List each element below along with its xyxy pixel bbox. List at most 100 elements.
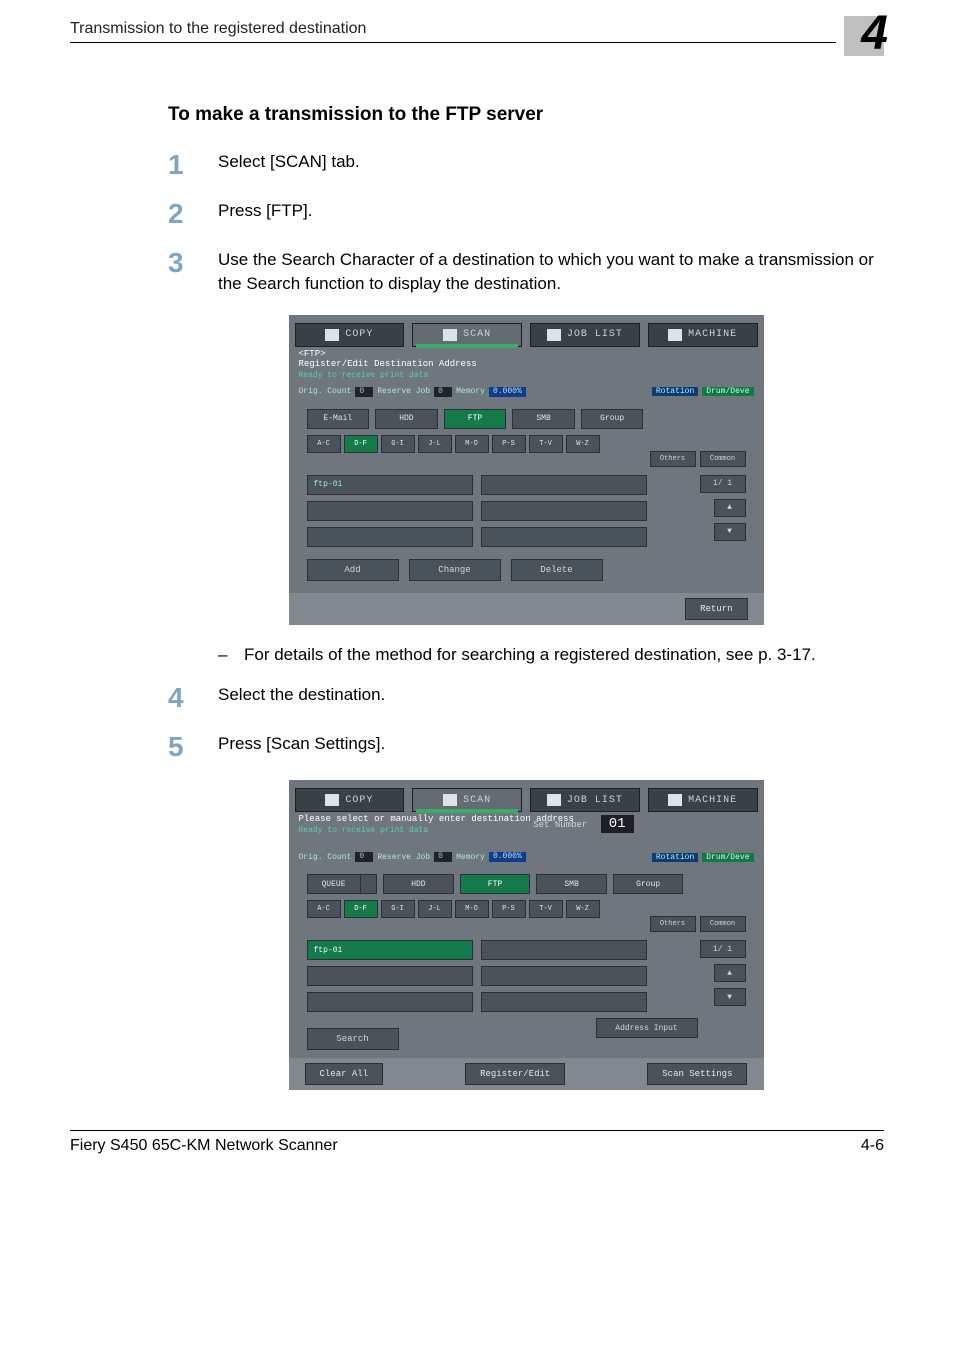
scan-settings-button[interactable]: Scan Settings: [647, 1063, 747, 1085]
page-down[interactable]: ▼: [714, 523, 746, 541]
filter-common[interactable]: Common: [700, 451, 746, 467]
tab-label: MACHINE: [688, 795, 737, 806]
dest-entry-empty[interactable]: [481, 992, 647, 1012]
orig-count-value: 0: [355, 852, 373, 862]
page-down[interactable]: ▼: [714, 988, 746, 1006]
clear-all-button[interactable]: Clear All: [305, 1063, 384, 1085]
category-group[interactable]: Group: [613, 874, 684, 894]
step-text: Select the destination.: [218, 683, 385, 708]
tab-copy[interactable]: COPY: [295, 788, 405, 812]
category-smb[interactable]: SMB: [512, 409, 575, 429]
step-text: Use the Search Character of a destinatio…: [218, 248, 884, 297]
page-up[interactable]: ▲: [714, 964, 746, 982]
alpha-df[interactable]: D-F: [344, 900, 378, 918]
list-icon: [547, 794, 561, 806]
category-ftp[interactable]: FTP: [444, 409, 507, 429]
tab-joblist[interactable]: JOB LIST: [530, 323, 640, 347]
dest-entry-empty[interactable]: [481, 501, 647, 521]
filter-others[interactable]: Others: [650, 916, 696, 932]
screenshot-ftp-select: COPY SCAN JOB LIST MACHINE Please select…: [289, 780, 764, 1090]
memory-label: Memory: [456, 387, 485, 396]
tab-scan[interactable]: SCAN: [412, 788, 522, 812]
category-smb[interactable]: SMB: [536, 874, 607, 894]
alpha-df[interactable]: D-F: [344, 435, 378, 453]
drum-indicator: Drum/Deve: [702, 853, 753, 862]
tab-scan[interactable]: SCAN: [412, 323, 522, 347]
register-edit-button[interactable]: Register/Edit: [465, 1063, 565, 1085]
tab-machine[interactable]: MACHINE: [648, 788, 758, 812]
dest-entry-empty[interactable]: [307, 992, 473, 1012]
tab-copy[interactable]: COPY: [295, 323, 405, 347]
dest-entry-selected[interactable]: ftp-01: [307, 940, 473, 960]
tab-label: COPY: [345, 795, 373, 806]
machine-icon: [668, 794, 682, 806]
step-number: 4: [168, 683, 218, 714]
category-group[interactable]: Group: [581, 409, 644, 429]
scan-icon: [443, 794, 457, 806]
alpha-mo[interactable]: M-O: [455, 435, 489, 453]
category-hdd[interactable]: HDD: [375, 409, 438, 429]
dest-entry-empty[interactable]: [481, 475, 647, 495]
dest-entry-empty[interactable]: [307, 501, 473, 521]
page-indicator: 1/ 1: [700, 475, 746, 493]
filter-common[interactable]: Common: [700, 916, 746, 932]
tab-label: JOB LIST: [567, 329, 623, 340]
step-number: 3: [168, 248, 218, 279]
alpha-wz[interactable]: W-Z: [566, 435, 600, 453]
category-hdd[interactable]: HDD: [383, 874, 454, 894]
page-up[interactable]: ▲: [714, 499, 746, 517]
dest-entry-empty[interactable]: [307, 966, 473, 986]
alpha-mo[interactable]: M-O: [455, 900, 489, 918]
reserve-value: 0: [434, 387, 452, 397]
alpha-ac[interactable]: A-C: [307, 900, 341, 918]
scan-icon: [443, 329, 457, 341]
filter-others[interactable]: Others: [650, 451, 696, 467]
set-number-label: Set Number: [533, 820, 587, 830]
tab-label: JOB LIST: [567, 795, 623, 806]
alpha-ac[interactable]: A-C: [307, 435, 341, 453]
queue-button[interactable]: QUEUE: [307, 874, 361, 894]
rotation-indicator: Rotation: [652, 387, 698, 396]
tab-joblist[interactable]: JOB LIST: [530, 788, 640, 812]
set-number-value: 01: [601, 815, 634, 833]
add-button[interactable]: Add: [307, 559, 399, 581]
footer-product: Fiery S450 65C-KM Network Scanner: [70, 1137, 338, 1155]
dest-entry-empty[interactable]: [481, 940, 647, 960]
step-number: 5: [168, 732, 218, 763]
step-text: Select [SCAN] tab.: [218, 150, 360, 175]
alpha-jl[interactable]: J-L: [418, 435, 452, 453]
ready-status: Ready to receive print data: [299, 826, 754, 835]
section-title: To make a transmission to the FTP server: [168, 104, 884, 126]
dest-entry-empty[interactable]: [481, 527, 647, 547]
category-email[interactable]: E-Mail: [307, 409, 370, 429]
step-text: Press [Scan Settings].: [218, 732, 385, 757]
subnote-text: For details of the method for searching …: [244, 645, 816, 665]
alpha-ps[interactable]: P-S: [492, 435, 526, 453]
step-2: 2 Press [FTP].: [168, 199, 884, 230]
change-button[interactable]: Change: [409, 559, 501, 581]
alpha-gi[interactable]: G-I: [381, 435, 415, 453]
return-button[interactable]: Return: [685, 598, 747, 620]
alpha-tv[interactable]: T-V: [529, 900, 563, 918]
search-button[interactable]: Search: [307, 1028, 399, 1050]
alpha-jl[interactable]: J-L: [418, 900, 452, 918]
dest-entry[interactable]: ftp-01: [307, 475, 473, 495]
screen-title-2: Register/Edit Destination Address: [299, 359, 754, 369]
alpha-wz[interactable]: W-Z: [566, 900, 600, 918]
category-ftp[interactable]: FTP: [460, 874, 531, 894]
delete-button[interactable]: Delete: [511, 559, 603, 581]
dash-bullet: –: [218, 645, 244, 665]
dest-entry-empty[interactable]: [307, 527, 473, 547]
memory-value: 0.000%: [489, 852, 526, 862]
drum-indicator: Drum/Deve: [702, 387, 753, 396]
tab-label: MACHINE: [688, 329, 737, 340]
set-number: Set Number 01: [533, 816, 633, 832]
alpha-ps[interactable]: P-S: [492, 900, 526, 918]
tab-machine[interactable]: MACHINE: [648, 323, 758, 347]
alpha-tv[interactable]: T-V: [529, 435, 563, 453]
orig-count-label: Orig. Count: [299, 853, 352, 862]
tab-label: COPY: [345, 329, 373, 340]
alpha-gi[interactable]: G-I: [381, 900, 415, 918]
address-input-button[interactable]: Address Input: [596, 1018, 698, 1038]
dest-entry-empty[interactable]: [481, 966, 647, 986]
